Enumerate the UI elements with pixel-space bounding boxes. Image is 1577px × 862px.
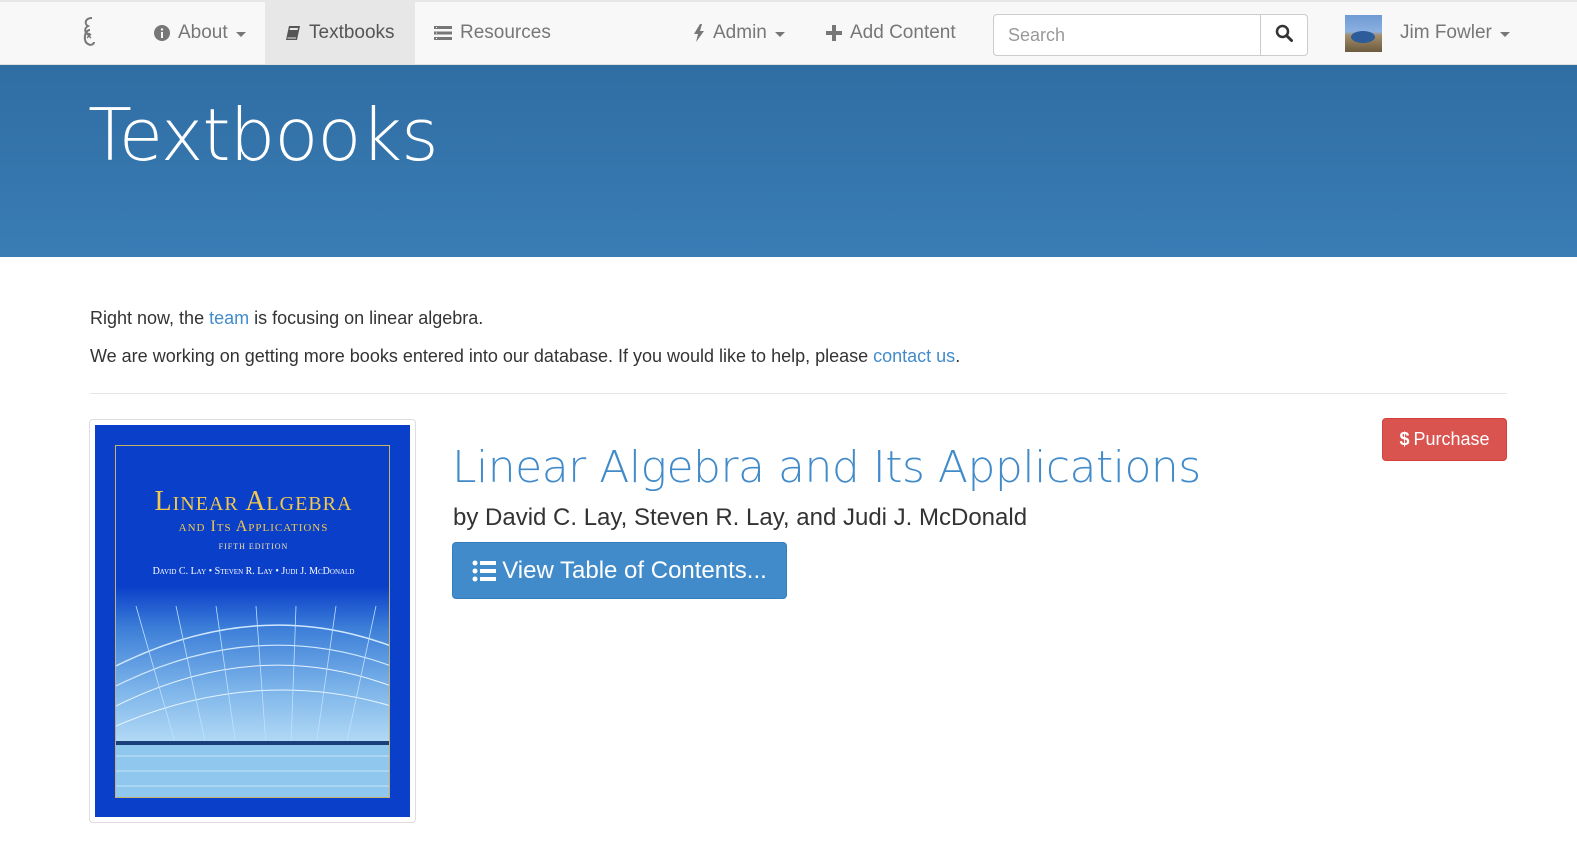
nav-resources-label: Resources [460,22,551,43]
page-title: Textbooks [88,93,439,177]
chevron-down-icon [774,31,785,37]
search-input[interactable] [993,14,1260,56]
chevron-down-icon [1499,31,1510,37]
book-cover-image: Linear Algebra and Its Applications Fift… [95,425,410,817]
nav-add-content-label: Add Content [850,22,956,43]
intro-line-2: We are working on getting more books ent… [90,344,960,368]
nav-add-content[interactable]: Add Content [812,2,970,64]
avatar [1345,14,1382,52]
team-link[interactable]: team [209,308,249,328]
bolt-icon [693,24,705,42]
contact-us-link[interactable]: contact us [873,346,955,366]
view-table-of-contents-button[interactable]: View Table of Contents... [452,542,787,599]
search-button[interactable] [1260,14,1308,56]
cover-frame: Linear Algebra and Its Applications Fift… [115,445,390,798]
nav-admin[interactable]: Admin [679,2,799,64]
list-ul-icon [472,560,497,582]
intro-line-1: Right now, the team is focusing on linea… [90,306,960,330]
ximera-logo-icon[interactable] [76,14,102,50]
intro-text-segment: Right now, the [90,308,210,328]
book-icon [285,25,301,41]
nav-textbooks-label: Textbooks [309,22,395,43]
divider [90,393,1507,394]
intro-text-segment: . [955,346,961,366]
info-icon [154,25,170,41]
cover-authors: David C. Lay • Steven R. Lay • Judi J. M… [152,566,355,577]
chevron-down-icon [235,31,246,37]
nav-about-label: About [178,22,228,43]
navbar: About Textbooks Resources Admin Add Cont… [0,0,1577,65]
cover-edition: Fifth Edition [218,542,289,551]
intro-text: Right now, the team is focusing on linea… [90,306,960,382]
plus-icon [826,25,842,41]
nav-resources[interactable]: Resources [420,2,565,64]
book-cover-thumbnail[interactable]: Linear Algebra and Its Applications Fift… [89,419,416,823]
toc-button-label: View Table of Contents... [502,556,767,584]
cover-title: Linear Algebra [154,486,353,517]
cover-subtitle: and Its Applications [178,518,329,535]
search-form [993,14,1308,56]
search-icon [1275,24,1293,47]
list-icon [434,26,452,40]
nav-textbooks[interactable]: Textbooks [265,2,415,64]
user-menu[interactable]: Jim Fowler [1345,2,1510,64]
purchase-button[interactable]: $ Purchase [1382,418,1507,461]
nav-about[interactable]: About [140,2,260,64]
intro-text-segment: We are working on getting more books ent… [90,346,874,366]
user-name: Jim Fowler [1400,22,1492,43]
purchase-button-label: Purchase [1413,429,1490,449]
book-authors: by David C. Lay, Steven R. Lay, and Judi… [453,504,1028,531]
nav-admin-label: Admin [713,22,767,43]
dollar-icon: $ [1399,429,1410,449]
cover-architecture-art [116,606,389,797]
book-title-link[interactable]: Linear Algebra and Its Applications [452,442,1201,493]
intro-text-segment: is focusing on linear algebra. [249,308,484,328]
page-header: Textbooks [0,65,1577,257]
